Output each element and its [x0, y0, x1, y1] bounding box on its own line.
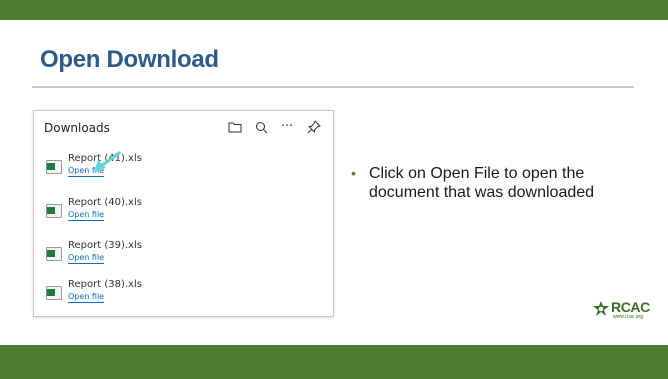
- download-item[interactable]: Report (39).xls Open file: [46, 240, 306, 270]
- download-file-name: Report (39).xls: [68, 240, 142, 251]
- rcac-logo: RCAC www.rcac.org: [593, 297, 650, 321]
- search-icon[interactable]: [253, 119, 269, 135]
- download-item[interactable]: Report (38).xls Open file: [46, 279, 306, 309]
- excel-file-icon: [46, 204, 62, 218]
- logo-seal-icon: [593, 301, 609, 316]
- slide-top-bar: [0, 0, 668, 20]
- title-divider: [32, 86, 634, 88]
- open-file-link[interactable]: Open file: [68, 253, 105, 264]
- instruction-bullet: • Click on Open File to open the documen…: [351, 164, 641, 202]
- excel-file-icon: [46, 160, 62, 174]
- instruction-text: Click on Open File to open the document …: [369, 165, 595, 201]
- open-file-link[interactable]: Open file: [68, 292, 105, 303]
- folder-icon[interactable]: [227, 119, 243, 135]
- pointer-arrow-icon: [94, 151, 121, 172]
- downloads-panel: Downloads ··· Report (41).xls Open file …: [33, 110, 334, 317]
- download-item[interactable]: Report (41).xls Open file: [46, 153, 306, 183]
- bullet-dot-icon: •: [351, 165, 356, 181]
- open-file-link[interactable]: Open file: [68, 210, 105, 221]
- download-file-name: Report (40).xls: [68, 197, 142, 208]
- download-item[interactable]: Report (40).xls Open file: [46, 197, 306, 227]
- downloads-panel-title: Downloads: [44, 121, 110, 135]
- excel-file-icon: [46, 286, 62, 300]
- logo-url: www.rcac.org: [613, 314, 644, 320]
- download-file-name: Report (38).xls: [68, 279, 142, 290]
- logo-wordmark: RCAC: [611, 299, 650, 315]
- slide-bottom-bar: [0, 345, 668, 379]
- more-icon[interactable]: ···: [279, 119, 295, 135]
- excel-file-icon: [46, 247, 62, 261]
- slide-title: Open Download: [40, 46, 219, 73]
- pin-icon[interactable]: [306, 119, 322, 135]
